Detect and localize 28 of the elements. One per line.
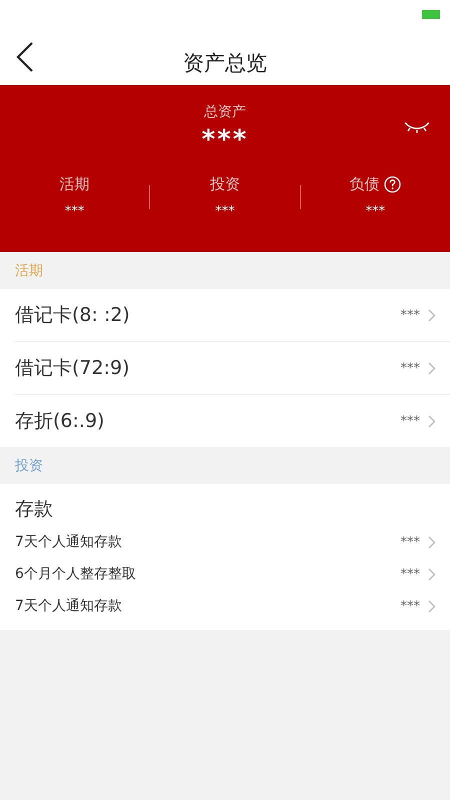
total-value: *** (202, 125, 248, 155)
chevron-right-icon (428, 568, 436, 580)
closed-eye-icon[interactable] (404, 122, 430, 134)
chevron-right-icon (428, 600, 436, 612)
summary-label: 活期 (60, 175, 90, 194)
summary-value: *** (215, 204, 235, 219)
back-icon[interactable] (16, 42, 34, 72)
summary-label: 投资 (210, 175, 240, 194)
account-row[interactable]: 7天个人通知存款 *** (15, 526, 450, 558)
total-label: 总资产 (204, 103, 246, 121)
section-header: 投资 (15, 456, 43, 474)
account-row[interactable]: 存折(6:.9) *** (15, 395, 450, 447)
help-icon[interactable] (384, 176, 402, 193)
chevron-right-icon (428, 308, 436, 322)
summary-value: *** (64, 204, 84, 219)
account-row[interactable]: 借记卡(72:9) *** (15, 342, 450, 395)
battery-icon (422, 10, 440, 19)
chevron-right-icon (428, 362, 436, 374)
page-title: 资产总览 (183, 50, 267, 76)
section-header: 活期 (15, 262, 43, 280)
account-row[interactable]: 7天个人通知存款 *** (15, 590, 450, 622)
account-row[interactable]: 借记卡(8: :2) *** (15, 289, 450, 342)
account-row[interactable]: 6个月个人整存整取 *** (15, 558, 450, 590)
chevron-right-icon (428, 414, 436, 428)
chevron-right-icon (428, 536, 436, 548)
summary-label: 负债 (349, 175, 380, 194)
group-heading: 存款 (15, 497, 53, 522)
summary-value: *** (366, 204, 386, 219)
